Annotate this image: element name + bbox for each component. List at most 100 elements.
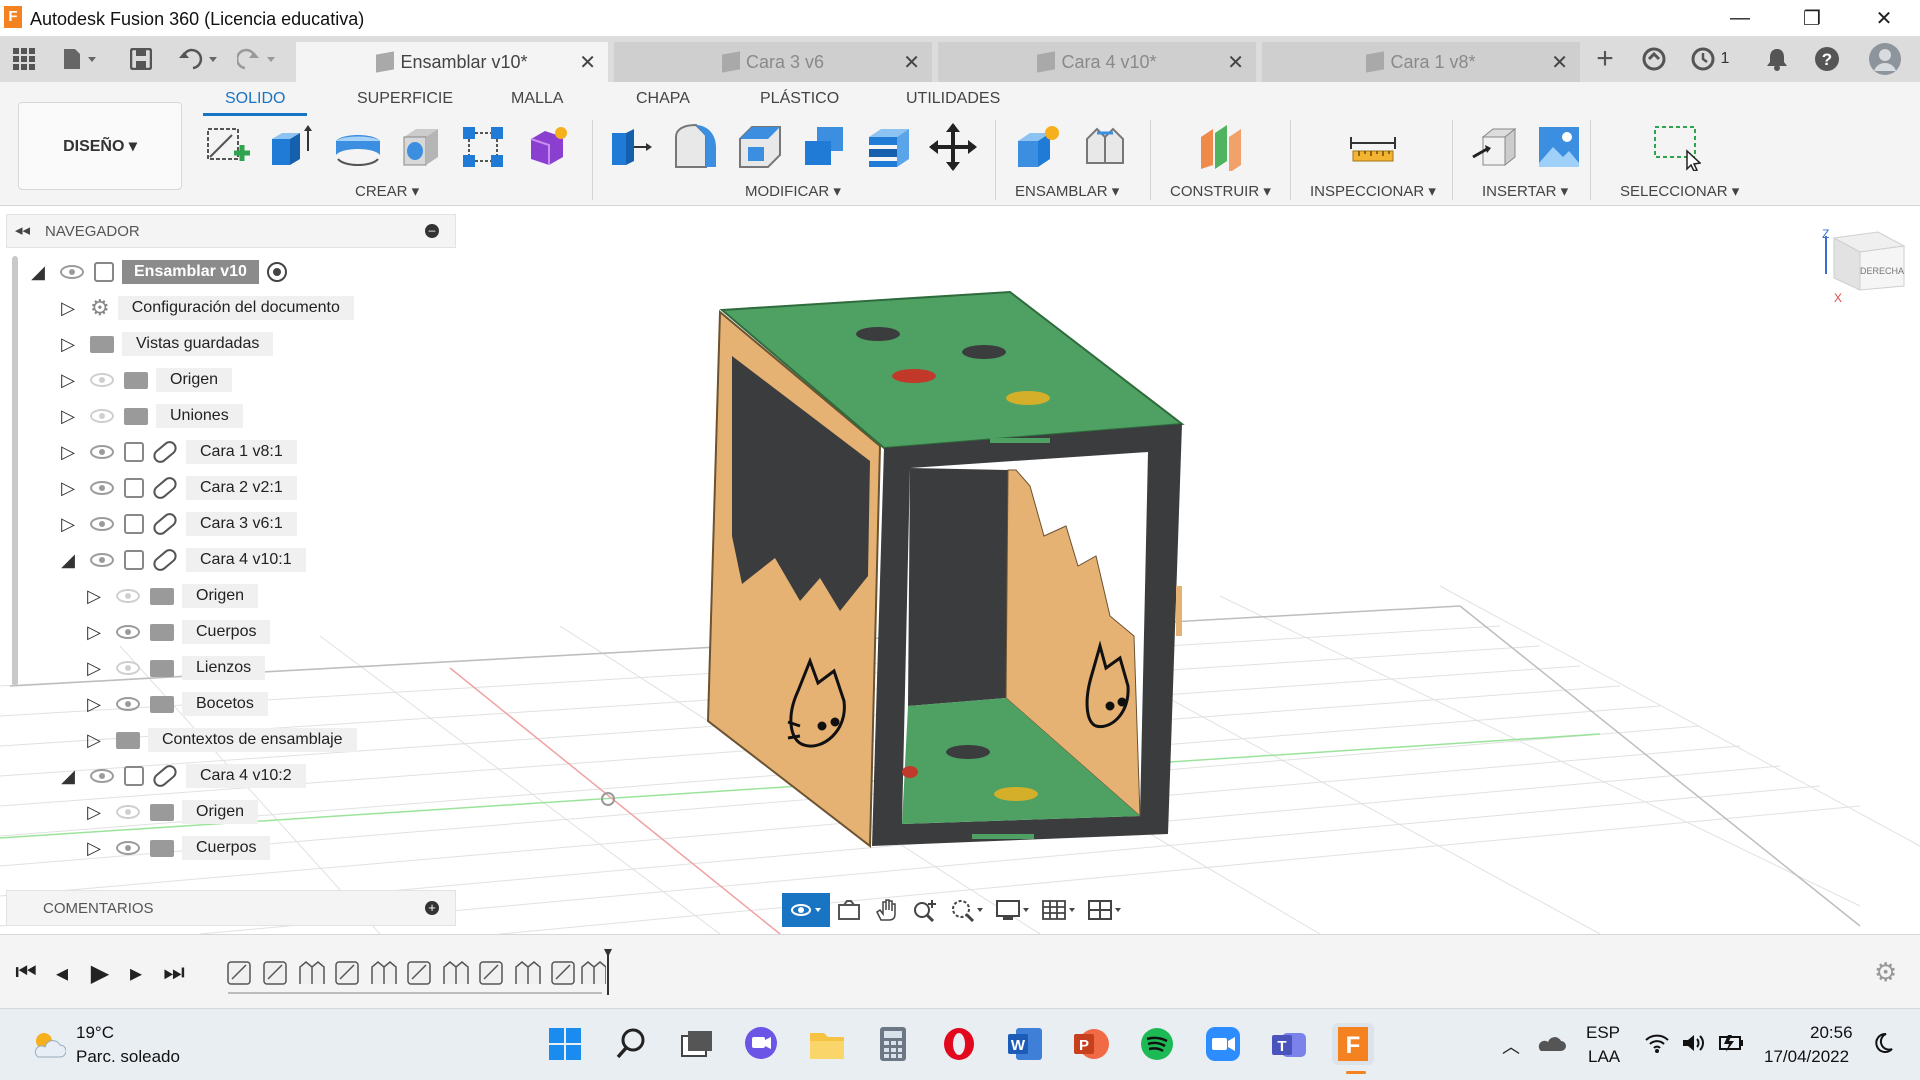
viewports-icon[interactable] [1082,898,1128,922]
expand-triangle-icon[interactable]: ▷ [56,370,80,391]
tab-superficie[interactable]: SUPERFICIE [357,90,453,108]
restore-button[interactable]: ❐ [1782,0,1842,36]
visibility-eye-icon[interactable] [90,553,114,567]
expand-triangle-icon[interactable]: ▷ [82,730,106,751]
step-forward-icon[interactable]: ▸ [122,959,150,987]
tree-label[interactable]: Origen [182,800,259,824]
hidden-eye-icon[interactable] [116,805,140,819]
file-menu-icon[interactable] [58,44,102,74]
insert-derive-icon[interactable] [1470,122,1520,172]
tree-row-sub-bodies[interactable]: ▷ Cuerpos [82,618,271,646]
spotify-icon[interactable] [1136,1023,1178,1065]
tab-malla[interactable]: MALLA [511,90,563,108]
tab-cara-4[interactable]: Cara 4 v10* ✕ [938,42,1256,82]
weather-temperature[interactable]: 19°C [76,1023,114,1043]
tree-label[interactable]: Cuerpos [182,620,271,644]
tree-label[interactable]: Origen [182,584,259,608]
word-icon[interactable]: W [1004,1023,1046,1065]
chamfer-icon[interactable] [735,122,785,172]
new-tab-button[interactable]: + [1588,42,1622,75]
tree-row-sub-origin-2[interactable]: ▷ Origen [82,798,259,826]
joint-icon[interactable] [1080,122,1130,172]
insert-canvas-icon[interactable] [1534,122,1584,172]
help-icon[interactable]: ? [1812,44,1842,74]
tree-row-sub-canvases[interactable]: ▷ Lienzos [82,654,266,682]
tab-cara-3[interactable]: Cara 3 v6 ✕ [614,42,932,82]
clock-time[interactable]: 20:56 [1810,1023,1853,1043]
add-comment-icon[interactable]: + [425,901,439,915]
fit-zoom-icon[interactable] [944,898,990,922]
close-button[interactable]: ✕ [1854,0,1914,36]
go-to-end-icon[interactable]: ⏭ [160,959,188,987]
save-icon[interactable] [126,44,156,74]
expand-triangle-icon[interactable]: ▷ [82,586,106,607]
collapse-triangle-icon[interactable]: ◢ [56,550,80,571]
tree-row-sub-contexts[interactable]: ▷ Contextos de ensamblaje [82,726,357,754]
tree-row-config[interactable]: ▷ ⚙ Configuración del documento [56,294,354,322]
expand-triangle-icon[interactable]: ▷ [56,334,80,355]
offset-plane-icon[interactable] [1196,122,1246,172]
timeline-marker[interactable] [604,949,612,995]
tree-row-cara-4-1[interactable]: ◢ Cara 4 v10:1 [56,546,306,574]
tree-row-cara-3[interactable]: ▷ Cara 3 v6:1 [56,510,297,538]
timeline-settings-gear-icon[interactable]: ⚙ [1874,957,1904,987]
press-pull-icon[interactable] [605,122,655,172]
visibility-eye-icon[interactable] [90,445,114,459]
tree-label[interactable]: Bocetos [182,692,268,716]
file-explorer-icon[interactable] [806,1023,848,1065]
visibility-eye-icon[interactable] [90,481,114,495]
move-copy-icon[interactable] [928,122,978,172]
windows-start-icon[interactable] [544,1023,586,1065]
go-to-start-icon[interactable]: ⏮ [12,959,40,987]
group-seleccionar[interactable]: SELECCIONAR ▾ [1620,182,1739,200]
comments-panel-header[interactable]: COMENTARIOS + [6,890,456,926]
group-crear[interactable]: CREAR ▾ [355,182,419,200]
clock-date[interactable]: 17/04/2022 [1764,1047,1849,1067]
view-cube[interactable]: Z DERECHA X [1820,224,1910,310]
onedrive-cloud-icon[interactable] [1536,1031,1566,1060]
close-tab-icon[interactable]: ✕ [579,50,596,75]
group-modificar[interactable]: MODIFICAR ▾ [745,182,841,200]
shell-icon[interactable] [397,122,447,172]
group-inspeccionar[interactable]: INSPECCIONAR ▾ [1310,182,1436,200]
powerpoint-icon[interactable]: P [1070,1023,1112,1065]
focus-moon-icon[interactable] [1870,1031,1894,1060]
language-layout[interactable]: LAA [1588,1047,1620,1067]
tree-row-root[interactable]: ◢ Ensamblar v10 [26,258,287,286]
tree-row-sub-bodies-2[interactable]: ▷ Cuerpos [82,834,271,862]
hidden-eye-icon[interactable] [90,409,114,423]
task-view-icon[interactable] [676,1023,718,1065]
activate-radio-icon[interactable] [266,262,287,282]
revolve-icon[interactable] [333,122,383,172]
zoom-app-icon[interactable] [1202,1023,1244,1065]
play-icon[interactable]: ▶ [86,959,114,987]
tree-row-sub-sketches[interactable]: ▷ Bocetos [82,690,268,718]
tree-label[interactable]: Uniones [156,404,243,428]
expand-triangle-icon[interactable]: ▷ [56,406,80,427]
visibility-eye-icon[interactable] [116,625,140,639]
expand-triangle-icon[interactable]: ▷ [56,298,80,319]
tree-label[interactable]: Lienzos [182,656,266,680]
tab-cara-1[interactable]: Cara 1 v8* ✕ [1262,42,1580,82]
extrude-icon[interactable] [265,122,315,172]
group-ensamblar[interactable]: ENSAMBLAR ▾ [1015,182,1119,200]
combine-icon[interactable] [800,122,850,172]
tree-label[interactable]: Cuerpos [182,836,271,860]
measure-icon[interactable] [1348,122,1398,172]
expand-triangle-icon[interactable]: ▷ [82,622,106,643]
tree-row-joints[interactable]: ▷ Uniones [56,402,243,430]
notifications-bell-icon[interactable] [1762,44,1792,74]
tab-plastico[interactable]: PLÁSTICO [760,90,839,108]
step-back-icon[interactable]: ◂ [48,959,76,987]
job-status-icon[interactable] [1688,44,1718,74]
minimize-button[interactable]: — [1710,0,1770,36]
group-construir[interactable]: CONSTRUIR ▾ [1170,182,1271,200]
chat-icon[interactable] [740,1023,782,1065]
redo-icon[interactable] [234,44,280,74]
visibility-eye-icon[interactable] [116,697,140,711]
visibility-eye-icon[interactable] [90,769,114,783]
workspace-design-button[interactable]: DISEÑO ▾ [18,102,182,190]
visibility-eye-icon[interactable] [116,841,140,855]
user-avatar[interactable] [1866,43,1904,75]
tab-ensamblar[interactable]: Ensamblar v10* ✕ [296,42,608,82]
